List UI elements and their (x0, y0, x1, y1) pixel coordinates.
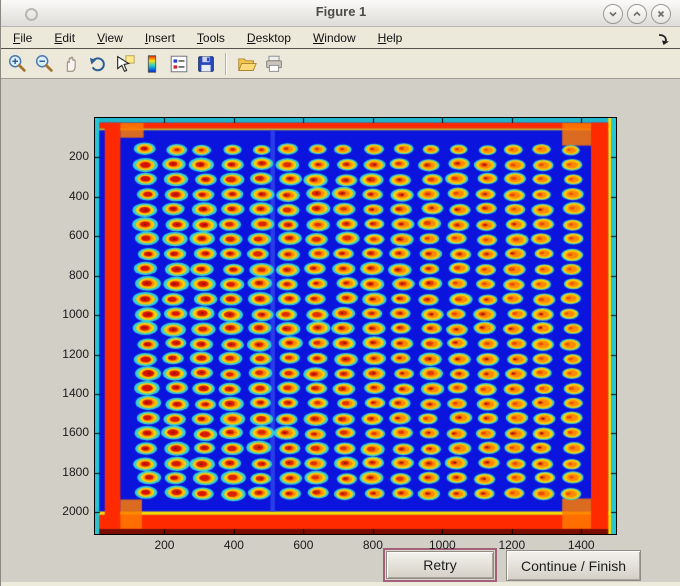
menu-item-edit[interactable]: Edit (54, 29, 75, 47)
x-axis-tick-label: 1200 (498, 538, 526, 552)
y-axis-tick-label: 2000 (62, 504, 89, 519)
menu-item-tools[interactable]: Tools (197, 29, 225, 47)
rotate-3d-icon (89, 56, 105, 71)
insert-colorbar-icon (147, 54, 157, 73)
chevron-down-icon (609, 11, 617, 17)
x-axis-tick-label: 600 (293, 538, 314, 552)
y-axis-tick-label: 1400 (62, 386, 89, 401)
menu-item-insert[interactable]: Insert (145, 29, 175, 47)
menu-item-view[interactable]: View (97, 29, 123, 47)
rotate-3d-button[interactable] (85, 51, 111, 77)
y-axis-tick-label: 200 (68, 149, 89, 164)
pan-button[interactable] (58, 51, 84, 77)
toolbar-separator (225, 52, 227, 75)
insert-legend-icon (170, 55, 188, 72)
insert-legend-button[interactable] (166, 51, 192, 77)
menu-item-desktop[interactable]: Desktop (247, 29, 291, 47)
dock-figure-arrow-icon[interactable] (655, 30, 671, 46)
y-axis-tick-label: 800 (68, 267, 89, 282)
save-figure-icon (198, 55, 214, 72)
maximize-window-button[interactable] (627, 4, 647, 24)
figure-window: Figure 1 File Edit View Insert Tools Desktop W… (0, 0, 680, 586)
pan-icon (66, 56, 76, 72)
x-axis-tick-label: 800 (362, 538, 383, 552)
y-axis-tick-label: 1200 (62, 346, 89, 361)
y-axis-tick-label: 600 (68, 228, 89, 243)
y-axis-tick-label: 1000 (62, 307, 89, 322)
close-icon (657, 10, 665, 18)
menu-item-window[interactable]: Window (313, 29, 356, 47)
window-title: Figure 1 (315, 4, 367, 19)
x-axis-tick-label: 1400 (567, 538, 595, 552)
plate-image-plot[interactable] (94, 117, 617, 535)
chevron-up-icon (633, 11, 641, 17)
titlebar[interactable]: Figure 1 (1, 0, 680, 27)
print-figure-icon (266, 55, 282, 72)
x-axis-tick-label: 1000 (428, 538, 456, 552)
retry-button-highlight: Retry (383, 548, 497, 582)
y-axis-tick-label: 1600 (62, 425, 89, 440)
zoom-out-button[interactable] (31, 51, 57, 77)
data-cursor-button[interactable] (112, 51, 138, 77)
x-axis-tick-label: 200 (154, 538, 175, 552)
zoom-in-button[interactable] (4, 51, 30, 77)
y-axis-tick-label: 400 (68, 188, 89, 203)
close-window-button[interactable] (651, 4, 671, 24)
save-figure-button[interactable] (193, 51, 219, 77)
zoom-out-icon (35, 54, 53, 72)
toolbar (1, 49, 680, 79)
menubar: File Edit View Insert Tools Desktop Window Help (1, 27, 680, 49)
insert-colorbar-button[interactable] (139, 51, 165, 77)
shade-window-button[interactable] (603, 4, 623, 24)
x-axis-tick-label: 400 (223, 538, 244, 552)
open-file-icon (238, 58, 257, 71)
menu-item-help[interactable]: Help (378, 29, 403, 47)
menu-item-file[interactable]: File (13, 29, 32, 47)
open-file-button[interactable] (234, 51, 260, 77)
continue-finish-button[interactable]: Continue / Finish (506, 550, 641, 581)
retry-button[interactable]: Retry (386, 551, 494, 579)
y-axis-tick-label: 1800 (62, 464, 89, 479)
window-bottom-edge (1, 582, 680, 586)
zoom-in-icon (8, 54, 26, 72)
data-cursor-icon (117, 54, 135, 72)
print-figure-button[interactable] (261, 51, 287, 77)
figure-canvas-area: Retry Continue / Finish 200 400 600 800 1000… (1, 79, 680, 586)
